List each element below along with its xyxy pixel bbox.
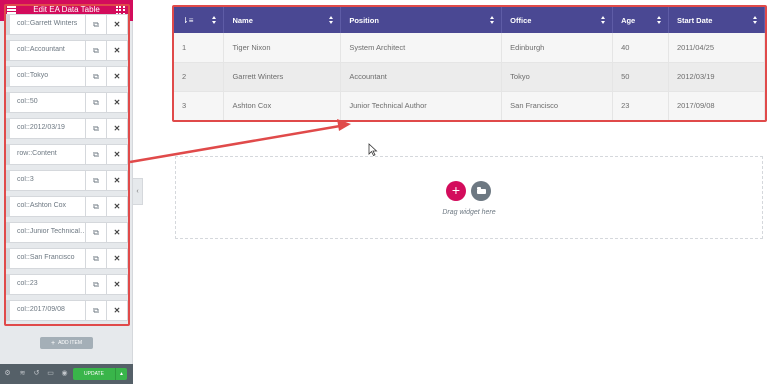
drop-zone-text: Drag widget here (442, 209, 496, 216)
mouse-cursor-icon (368, 143, 378, 157)
add-section-button[interactable]: + (446, 181, 466, 201)
widget-drop-zone[interactable]: + Drag widget here (175, 156, 763, 239)
folder-icon[interactable] (471, 181, 491, 201)
